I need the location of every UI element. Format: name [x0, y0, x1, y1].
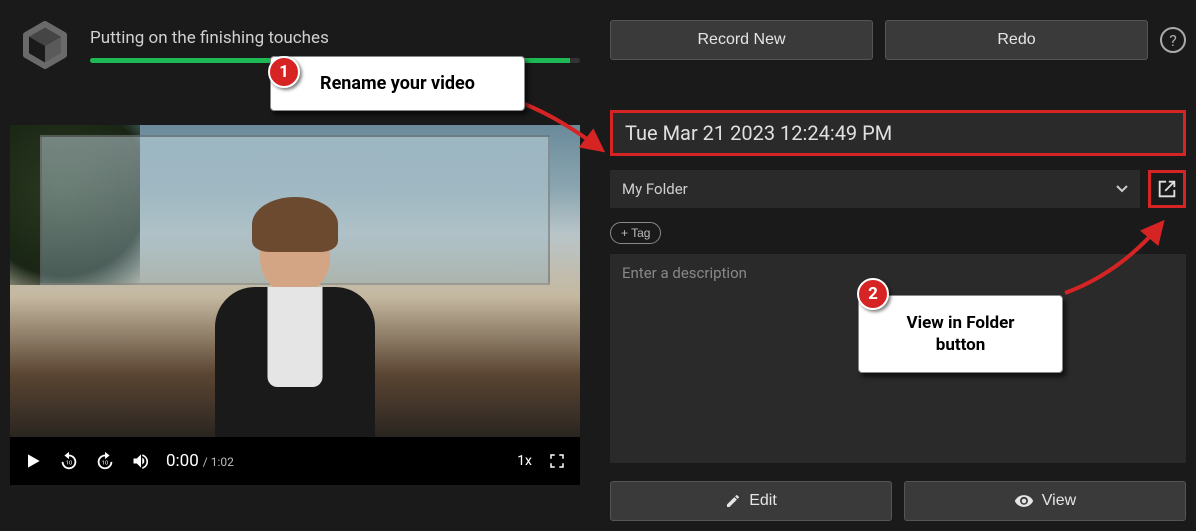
add-tag-button[interactable]: + Tag [610, 222, 661, 244]
annotation-callout-2: View in Folder button [858, 295, 1063, 373]
current-time: 0:00 [166, 451, 199, 471]
svg-text:10: 10 [102, 461, 108, 467]
annotation-arrow-2 [1060, 218, 1170, 298]
view-button-label: View [1042, 492, 1076, 510]
video-thumbnail [10, 125, 580, 437]
view-in-folder-button[interactable] [1148, 170, 1186, 208]
svg-text:10: 10 [66, 461, 72, 467]
annotation-badge-1: 1 [268, 56, 300, 88]
volume-icon[interactable] [130, 450, 152, 472]
folder-select[interactable]: My Folder [610, 170, 1140, 208]
pencil-icon [725, 493, 741, 509]
eye-icon [1014, 491, 1034, 511]
playback-speed[interactable]: 1x [517, 453, 532, 469]
annotation-arrow-1 [520, 98, 610, 158]
forward-10-icon[interactable]: 10 [94, 450, 116, 472]
annotation-badge-2: 2 [857, 278, 889, 310]
view-button[interactable]: View [904, 481, 1186, 521]
record-new-button[interactable]: Record New [610, 20, 873, 60]
play-icon[interactable] [22, 450, 44, 472]
edit-button-label: Edit [749, 492, 777, 510]
annotation-callout-1: Rename your video [270, 56, 525, 111]
folder-select-label: My Folder [622, 180, 688, 198]
open-external-icon [1156, 178, 1178, 200]
total-time: 1:02 [211, 455, 234, 469]
fullscreen-icon[interactable] [546, 450, 568, 472]
video-title-input[interactable]: Tue Mar 21 2023 12:24:49 PM [610, 110, 1186, 156]
app-logo [20, 20, 70, 70]
rewind-10-icon[interactable]: 10 [58, 450, 80, 472]
chevron-down-icon [1116, 180, 1128, 198]
video-player[interactable]: 10 10 0:00 / 1:02 1x [10, 125, 580, 485]
help-icon[interactable]: ? [1160, 27, 1186, 53]
edit-button[interactable]: Edit [610, 481, 892, 521]
progress-status-text: Putting on the finishing touches [90, 28, 580, 48]
time-display: 0:00 / 1:02 [166, 451, 234, 471]
redo-button[interactable]: Redo [885, 20, 1148, 60]
